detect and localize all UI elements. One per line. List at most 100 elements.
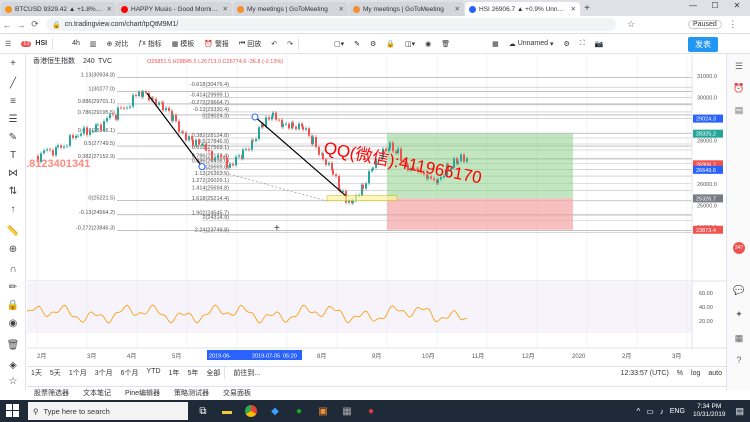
- delete-drawings-icon[interactable]: 🗑: [6, 340, 20, 352]
- layers-icon[interactable]: ◈: [6, 360, 20, 372]
- lock-drawing-icon[interactable]: 🔒: [381, 40, 400, 48]
- chat-icon[interactable]: 💬: [733, 284, 745, 296]
- back-icon[interactable]: ←: [0, 20, 14, 30]
- app-icon-blue[interactable]: ◆: [266, 402, 284, 420]
- profile-paused[interactable]: Paused: [688, 20, 722, 29]
- redo-icon[interactable]: ↷: [282, 40, 298, 48]
- range-button[interactable]: 5年: [183, 368, 202, 378]
- range-button[interactable]: 1年: [165, 368, 184, 378]
- crosshair-icon[interactable]: +: [6, 58, 20, 70]
- trend-line-icon[interactable]: ╱: [6, 78, 20, 90]
- browser-tab[interactable]: BTCUSD 9329.42 ▲ +1.8% Unna…✕: [1, 2, 116, 16]
- anchor-handle[interactable]: [198, 163, 206, 171]
- help-icon[interactable]: ?: [733, 354, 745, 366]
- new-tab-button[interactable]: +: [580, 2, 594, 16]
- chrome-icon[interactable]: [242, 402, 260, 420]
- panel-tab[interactable]: Pine编辑器: [118, 388, 167, 398]
- magnet-icon[interactable]: ∩: [6, 264, 20, 276]
- ruler-icon[interactable]: 📏: [6, 226, 20, 238]
- bar-style-icon[interactable]: ▥: [85, 40, 102, 48]
- cloud-layout-button[interactable]: ☁ Unnamed ▾: [504, 40, 559, 48]
- task-view-icon[interactable]: ⧉: [194, 402, 212, 420]
- forward-icon[interactable]: →: [14, 20, 28, 30]
- log-scale-toggle[interactable]: log: [687, 370, 704, 377]
- alerts-icon[interactable]: ⏰: [733, 82, 745, 94]
- browser-tab[interactable]: My meetings | GoToMeeting ✕: [349, 2, 464, 16]
- lock-tool-icon[interactable]: 🔒: [6, 300, 20, 312]
- text-tool-icon[interactable]: T: [6, 150, 20, 162]
- range-button[interactable]: 1天: [27, 368, 46, 378]
- notifications-icon[interactable]: ▤: [735, 406, 744, 417]
- camera-icon[interactable]: 📷: [590, 40, 609, 48]
- range-button[interactable]: 6个月: [117, 368, 143, 378]
- browser-tab[interactable]: My meetings | GoToMeeting ✕: [233, 2, 348, 16]
- tab-close-icon[interactable]: ✕: [571, 5, 576, 13]
- highlight-box[interactable]: [326, 195, 398, 201]
- tab-close-icon[interactable]: ✕: [339, 5, 344, 13]
- panel-tab[interactable]: 策略测试器: [167, 388, 216, 398]
- utc-time[interactable]: 12:33:57 (UTC): [617, 370, 673, 377]
- auto-scale-toggle[interactable]: auto: [704, 370, 726, 377]
- undo-icon[interactable]: ↶: [266, 40, 282, 48]
- templates-button[interactable]: ▦ 模板: [167, 39, 200, 49]
- price-chart[interactable]: 1.13(30934.8)1(30277.0)0.886(29701.1)0.7…: [27, 55, 726, 365]
- range-button[interactable]: 3个月: [91, 368, 117, 378]
- range-button[interactable]: YTD: [143, 368, 165, 378]
- menu-dots-icon[interactable]: ⋮: [726, 19, 740, 30]
- browser-tab[interactable]: HAPPY Music - Good Morning … ✕: [117, 2, 232, 16]
- parallel-lines-icon[interactable]: ≡: [6, 96, 20, 108]
- panel-tab[interactable]: 股票筛选器: [27, 388, 76, 398]
- close-window-icon[interactable]: ✕: [726, 1, 748, 10]
- windows-start-icon[interactable]: [6, 404, 20, 418]
- ideas-icon[interactable]: ✦: [733, 308, 745, 320]
- menu-icon[interactable]: ☰: [0, 40, 16, 48]
- rectangle-tool-icon[interactable]: ▢▾: [329, 40, 349, 48]
- range-button[interactable]: 5天: [46, 368, 65, 378]
- replay-button[interactable]: ⏮ 回放: [234, 39, 266, 49]
- compare-button[interactable]: ⊕ 对比: [102, 39, 134, 49]
- watchlist-icon[interactable]: ☰: [733, 60, 745, 72]
- visibility-icon[interactable]: ◉: [6, 318, 20, 330]
- gear-icon[interactable]: ⚙: [365, 40, 381, 48]
- reload-icon[interactable]: ⟳: [28, 19, 42, 30]
- tab-close-icon[interactable]: ✕: [223, 5, 228, 13]
- range-button[interactable]: 全部: [202, 368, 224, 378]
- star-icon[interactable]: ☆: [624, 19, 638, 30]
- publish-button[interactable]: 发表: [688, 37, 718, 52]
- panel-tab[interactable]: 文本笔记: [76, 388, 118, 398]
- symbol-search[interactable]: 13 HSI: [16, 40, 52, 47]
- calendar-icon[interactable]: ▦: [733, 332, 745, 344]
- notification-badge[interactable]: 247: [733, 242, 745, 254]
- url-field[interactable]: 🔒 cn.tradingview.com/chart/tpQtM9M1/: [46, 18, 616, 31]
- arrow-up-icon[interactable]: ↑: [6, 204, 20, 216]
- data-window-icon[interactable]: ▤: [733, 104, 745, 116]
- minimize-icon[interactable]: —: [682, 1, 704, 10]
- browser-tab[interactable]: HSI 26906.7 ▲ +0.9% Unnamed ✕: [465, 2, 580, 16]
- prediction-tool-icon[interactable]: ⇅: [6, 186, 20, 198]
- indicators-button[interactable]: ƒx 指标: [133, 39, 166, 49]
- fullscreen-icon[interactable]: ⛶: [575, 40, 590, 48]
- eye-icon[interactable]: ◉: [420, 40, 436, 48]
- network-icon[interactable]: ▭: [646, 407, 654, 416]
- goto-date-button[interactable]: 前往到...: [229, 368, 264, 378]
- brush-icon[interactable]: ✎: [6, 132, 20, 144]
- app-icon-orange[interactable]: ▣: [314, 402, 332, 420]
- volume-icon[interactable]: ♪: [660, 407, 664, 416]
- taskbar-search-box[interactable]: ⚲ Type here to search: [28, 402, 188, 420]
- panel-tab[interactable]: 交易面板: [216, 388, 258, 398]
- square-icon[interactable]: ◫▾: [400, 40, 420, 48]
- pencil-lock-icon[interactable]: ✏: [6, 282, 20, 294]
- star-favorites-icon[interactable]: ☆: [6, 376, 20, 388]
- file-explorer-icon[interactable]: ▬: [218, 402, 236, 420]
- taskbar-clock[interactable]: 7:34 PM 10/31/2019: [693, 403, 726, 419]
- fib-retracement-icon[interactable]: ☰: [6, 114, 20, 126]
- app-icon-gray[interactable]: ▦: [338, 402, 356, 420]
- percent-scale-toggle[interactable]: %: [673, 370, 687, 377]
- long-position-loss-zone[interactable]: [387, 198, 573, 230]
- pattern-tool-icon[interactable]: ⋈: [6, 168, 20, 180]
- tab-close-icon[interactable]: ✕: [455, 5, 460, 13]
- zoom-in-icon[interactable]: ⊕: [6, 244, 20, 256]
- wechat-icon[interactable]: ●: [290, 402, 308, 420]
- interval-button[interactable]: 4h: [67, 40, 85, 47]
- layout-grid-icon[interactable]: ▦: [487, 40, 504, 48]
